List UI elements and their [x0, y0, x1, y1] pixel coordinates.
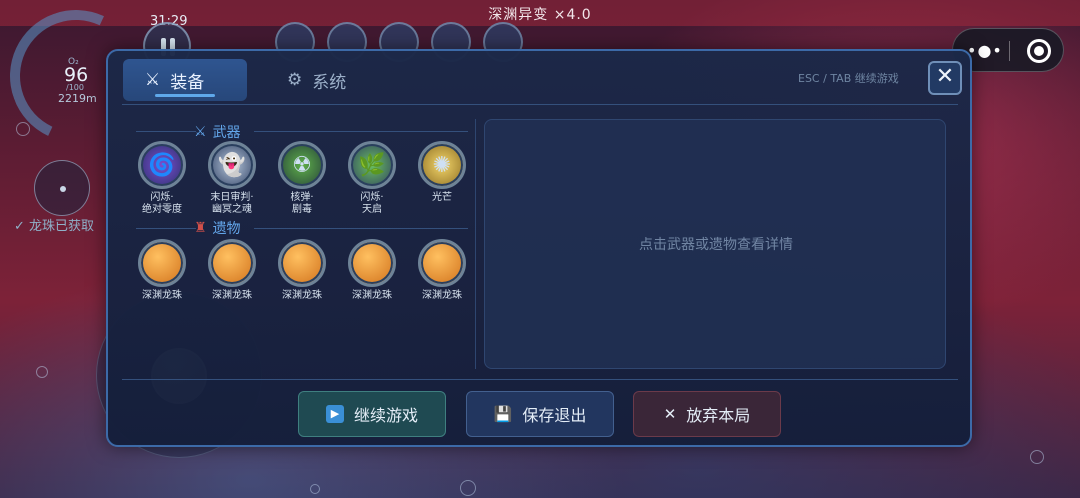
header-divider — [122, 104, 958, 105]
gear-icon: ⚙ — [287, 70, 303, 90]
weapon-slot[interactable]: 👻 末日审判· 幽冥之魂 — [197, 141, 267, 216]
panel-divider — [475, 119, 476, 369]
relic-label: 深渊龙珠 — [142, 290, 182, 301]
play-icon: ▶ — [325, 405, 344, 423]
weapon-slot[interactable]: 🌀 闪烁· 绝对零度 — [127, 141, 197, 216]
tab-equipment-label: 装备 — [170, 72, 205, 93]
weapon-label: 末日审判· 幽冥之魂 — [210, 192, 254, 215]
detail-placeholder: 点击武器或遗物查看详情 — [639, 237, 793, 253]
pause-menu-modal: ⚔ 装备 ⚙ 系统 ESC / TAB 继续游戏 ✕ ⚔ 武器 🌀 闪烁· 绝对… — [106, 49, 972, 447]
weapon-icon: 👻 — [208, 141, 256, 189]
close-button[interactable]: ✕ — [928, 61, 962, 95]
abandon-button[interactable]: ✕ 放弃本局 — [633, 391, 781, 437]
abandon-label: 放弃本局 — [686, 406, 751, 425]
tab-equipment[interactable]: ⚔ 装备 — [123, 59, 247, 101]
weapon-label: 闪烁· 绝对零度 — [142, 192, 182, 215]
relics-title: 遗物 — [212, 221, 241, 237]
bubble — [36, 366, 48, 378]
bubble — [16, 122, 30, 136]
continue-label: 继续游戏 — [353, 406, 418, 425]
relic-label: 深渊龙珠 — [422, 290, 462, 301]
relic-slot[interactable]: 深渊龙珠 — [407, 239, 477, 302]
save-label: 保存退出 — [522, 406, 587, 425]
dragon-ball-icon — [278, 239, 326, 287]
collected-notice: ✓ 龙珠已获取 — [14, 219, 95, 234]
footer-divider — [122, 379, 958, 380]
relic-slot[interactable]: 深渊龙珠 — [267, 239, 337, 302]
tab-system-label: 系统 — [312, 72, 347, 93]
crossed-swords-icon: ⚔ — [145, 70, 161, 90]
minimap-radar — [34, 160, 90, 216]
weapon-icon: 🌀 — [138, 141, 186, 189]
dragon-ball-icon — [348, 239, 396, 287]
weapon-slot[interactable]: ☢ 核弹· 剧毒 — [267, 141, 337, 216]
depth-readout: 2219m — [58, 92, 97, 105]
section-line — [136, 131, 196, 132]
weapon-slot[interactable]: ✺ 光芒 — [407, 141, 477, 204]
bubble — [1030, 450, 1044, 464]
dragon-ball-icon — [138, 239, 186, 287]
resume-hint: ESC / TAB 继续游戏 — [798, 72, 899, 85]
close-target-icon[interactable] — [1027, 39, 1051, 63]
crossed-swords-icon: ⚔ — [194, 124, 207, 140]
relic-label: 深渊龙珠 — [352, 290, 392, 301]
weapon-label: 核弹· 剧毒 — [290, 192, 314, 215]
relic-label: 深渊龙珠 — [282, 290, 322, 301]
dragon-ball-icon — [418, 239, 466, 287]
relic-slot[interactable]: 深渊龙珠 — [337, 239, 407, 302]
section-line — [136, 228, 196, 229]
relics-section-title: ♜ 遗物 — [194, 218, 241, 238]
continue-button[interactable]: ▶ 继续游戏 — [298, 391, 446, 437]
save-exit-button[interactable]: 💾 保存退出 — [466, 391, 614, 437]
weapon-label: 闪烁· 天启 — [360, 192, 384, 215]
weapon-icon: ✺ — [418, 141, 466, 189]
oxygen-max: /100 — [66, 83, 84, 92]
dragon-ball-icon — [208, 239, 256, 287]
weapon-icon: 🌿 — [348, 141, 396, 189]
detail-panel: 点击武器或遗物查看详情 — [484, 119, 946, 369]
section-line — [254, 131, 468, 132]
section-line — [254, 228, 468, 229]
weapon-slot[interactable]: 🌿 闪烁· 天启 — [337, 141, 407, 216]
more-icon[interactable]: •●• — [967, 41, 1003, 60]
relic-slot[interactable]: 深渊龙珠 — [197, 239, 267, 302]
weapons-section-title: ⚔ 武器 — [194, 122, 241, 142]
bubble — [310, 484, 320, 494]
relic-icon: ♜ — [194, 220, 207, 236]
tab-system[interactable]: ⚙ 系统 — [265, 59, 389, 101]
relic-label: 深渊龙珠 — [212, 290, 252, 301]
relic-slot[interactable]: 深渊龙珠 — [127, 239, 197, 302]
close-icon: ✕ — [663, 405, 677, 423]
floppy-disk-icon: 💾 — [493, 405, 513, 423]
weapon-icon: ☢ — [278, 141, 326, 189]
weapons-title: 武器 — [212, 125, 241, 141]
capsule-divider — [1009, 41, 1010, 61]
weapon-label: 光芒 — [432, 192, 452, 203]
bubble — [460, 480, 476, 496]
